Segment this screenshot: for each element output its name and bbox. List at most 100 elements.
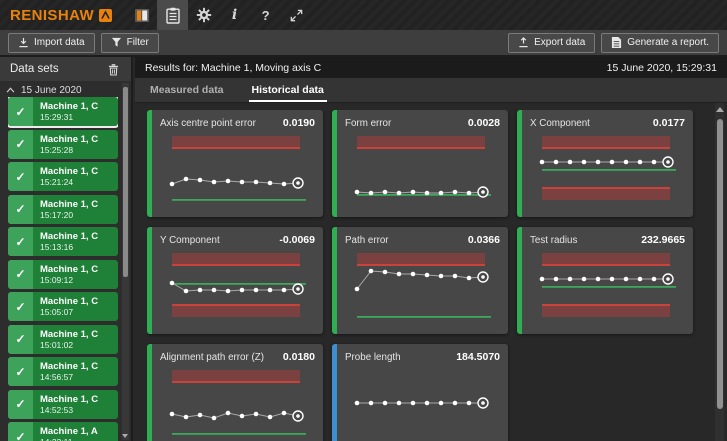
dataset-item-text: Machine 1, A14:22:11 [33, 422, 98, 441]
metric-card[interactable]: Alignment path error (Z)0.0180 [147, 344, 323, 441]
check-icon: ✓ [8, 390, 33, 419]
metric-card[interactable]: Y Component-0.0069 [147, 227, 323, 334]
metric-title: Alignment path error (Z) [160, 352, 264, 363]
check-icon: ✓ [8, 227, 33, 256]
metric-title: Test radius [530, 235, 577, 246]
nav-settings-button[interactable] [188, 0, 219, 30]
scroll-down-icon[interactable] [122, 434, 128, 438]
dataset-item-text: Machine 1, C15:25:28 [33, 130, 98, 159]
metric-value: 0.0190 [283, 117, 315, 129]
metric-title: Path error [345, 235, 389, 246]
results-header: Results for: Machine 1, Moving axis C 15… [135, 57, 727, 78]
dataset-item-time: 15:09:12 [40, 275, 98, 285]
generate-report-label: Generate a report. [627, 37, 709, 48]
metric-card[interactable]: Form error0.0028 [332, 110, 508, 217]
nav-help-button[interactable]: ? [250, 0, 281, 30]
dataset-item[interactable]: ✓Machine 1, C15:17:20 [8, 195, 118, 224]
metric-value: 184.5070 [456, 351, 500, 363]
metric-card-header: Axis centre point error0.0190 [160, 117, 315, 129]
dataset-item-name: Machine 1, C [40, 264, 98, 275]
datasets-title: Data sets [10, 63, 59, 75]
metric-title: Probe length [345, 352, 401, 363]
scroll-up-icon[interactable] [716, 107, 724, 112]
dataset-item[interactable]: ✓Machine 1, A14:22:11 [8, 422, 118, 441]
import-data-button[interactable]: Import data [8, 33, 95, 53]
main-scrollbar[interactable] [715, 103, 724, 441]
metric-card[interactable]: X Component0.0177 [517, 110, 693, 217]
check-icon: ✓ [8, 292, 33, 321]
dataset-item-name: Machine 1, C [40, 329, 98, 340]
dataset-item[interactable]: ✓Machine 1, C15:29:31 [8, 97, 118, 126]
tab-historical-data[interactable]: Historical data [252, 84, 324, 102]
check-icon: ✓ [8, 325, 33, 354]
chevron-up-icon [6, 87, 15, 93]
dataset-item-time: 15:13:16 [40, 242, 98, 252]
datasets-header: Data sets [0, 57, 131, 81]
dataset-item-name: Machine 1, C [40, 199, 98, 210]
dataset-item-name: Machine 1, C [40, 134, 98, 145]
dataset-list: ✓Machine 1, C15:29:31✓Machine 1, C15:25:… [8, 97, 118, 441]
renishaw-logo-text: RENISHAW [10, 7, 94, 24]
dataset-item-time: 15:05:07 [40, 307, 98, 317]
titlebar: RENISHAW [0, 0, 727, 30]
dataset-item[interactable]: ✓Machine 1, C15:21:24 [8, 162, 118, 191]
generate-report-button[interactable]: Generate a report. [601, 33, 719, 53]
dataset-item-name: Machine 1, C [40, 296, 98, 307]
main-scrollbar-thumb[interactable] [717, 119, 723, 409]
filter-label: Filter [127, 37, 149, 48]
nav-info-button[interactable]: i [219, 0, 250, 30]
metric-sparkline [530, 250, 683, 322]
dataset-item-text: Machine 1, C15:13:16 [33, 227, 98, 256]
journal-icon [134, 8, 150, 23]
sidebar-scrollbar[interactable] [122, 83, 129, 440]
dataset-item-text: Machine 1, C14:56:57 [33, 357, 98, 386]
main-nav: i ? [126, 0, 312, 30]
cards-grid: Axis centre point error0.0190Form error0… [147, 110, 705, 441]
filter-button[interactable]: Filter [101, 33, 159, 53]
dataset-item[interactable]: ✓ Machine 1, C15:09:12 [8, 260, 118, 289]
dataset-item-text: Machine 1, C15:29:31 [33, 97, 98, 126]
dataset-item[interactable]: ✓Machine 1, C14:52:53 [8, 390, 118, 419]
report-icon [611, 36, 622, 49]
renishaw-logo: RENISHAW [10, 0, 112, 30]
trash-icon[interactable] [108, 63, 119, 76]
results-tabbar: Measured data Historical data [135, 78, 727, 103]
dataset-item-time: 15:29:31 [40, 112, 98, 122]
metric-card-header: Test radius 232.9665 [530, 234, 685, 246]
check-icon: ✓ [8, 357, 33, 386]
nav-journal-button[interactable] [126, 0, 157, 30]
metric-card[interactable]: Test radius 232.9665 [517, 227, 693, 334]
metric-sparkline [345, 133, 498, 205]
metric-card[interactable]: Path error 0.0366 [332, 227, 508, 334]
metric-title: Form error [345, 118, 391, 129]
dataset-item-time: 15:01:02 [40, 340, 98, 350]
dataset-item[interactable]: ✓ Machine 1, C15:05:07 [8, 292, 118, 321]
dataset-item-time: 14:52:53 [40, 405, 98, 415]
metric-card[interactable]: Probe length 184.5070 [332, 344, 508, 441]
sidebar-scrollbar-thumb[interactable] [123, 87, 128, 277]
expand-icon [289, 8, 304, 23]
metric-value: 0.0366 [468, 234, 500, 246]
clipboard-icon [166, 7, 180, 24]
metric-value: 232.9665 [641, 234, 685, 246]
dataset-item[interactable]: ✓Machine 1, C15:13:16 [8, 227, 118, 256]
tab-measured-data[interactable]: Measured data [150, 84, 224, 102]
check-icon: ✓ [8, 260, 33, 289]
check-icon: ✓ [8, 97, 33, 126]
metric-sparkline [160, 133, 313, 205]
metric-card[interactable]: Axis centre point error0.0190 [147, 110, 323, 217]
dataset-item-name: Machine 1, C [40, 231, 98, 242]
dataset-item[interactable]: ✓Machine 1, C15:25:28 [8, 130, 118, 159]
metric-sparkline [345, 250, 498, 322]
help-icon: ? [262, 8, 270, 23]
export-data-button[interactable]: Export data [508, 33, 595, 53]
datasets-sidebar: Data sets 15 June 2020 ✓Machine 1, C15:2… [0, 57, 133, 441]
dataset-group-header[interactable]: 15 June 2020 [6, 83, 82, 97]
dataset-item[interactable]: ✓ Machine 1, C15:01:02 [8, 325, 118, 354]
nav-expand-button[interactable] [281, 0, 312, 30]
dataset-item-time: 15:21:24 [40, 177, 98, 187]
check-icon: ✓ [8, 195, 33, 224]
nav-results-tab[interactable] [157, 0, 188, 30]
dataset-item[interactable]: ✓Machine 1, C14:56:57 [8, 357, 118, 386]
metric-title: Y Component [160, 235, 220, 246]
